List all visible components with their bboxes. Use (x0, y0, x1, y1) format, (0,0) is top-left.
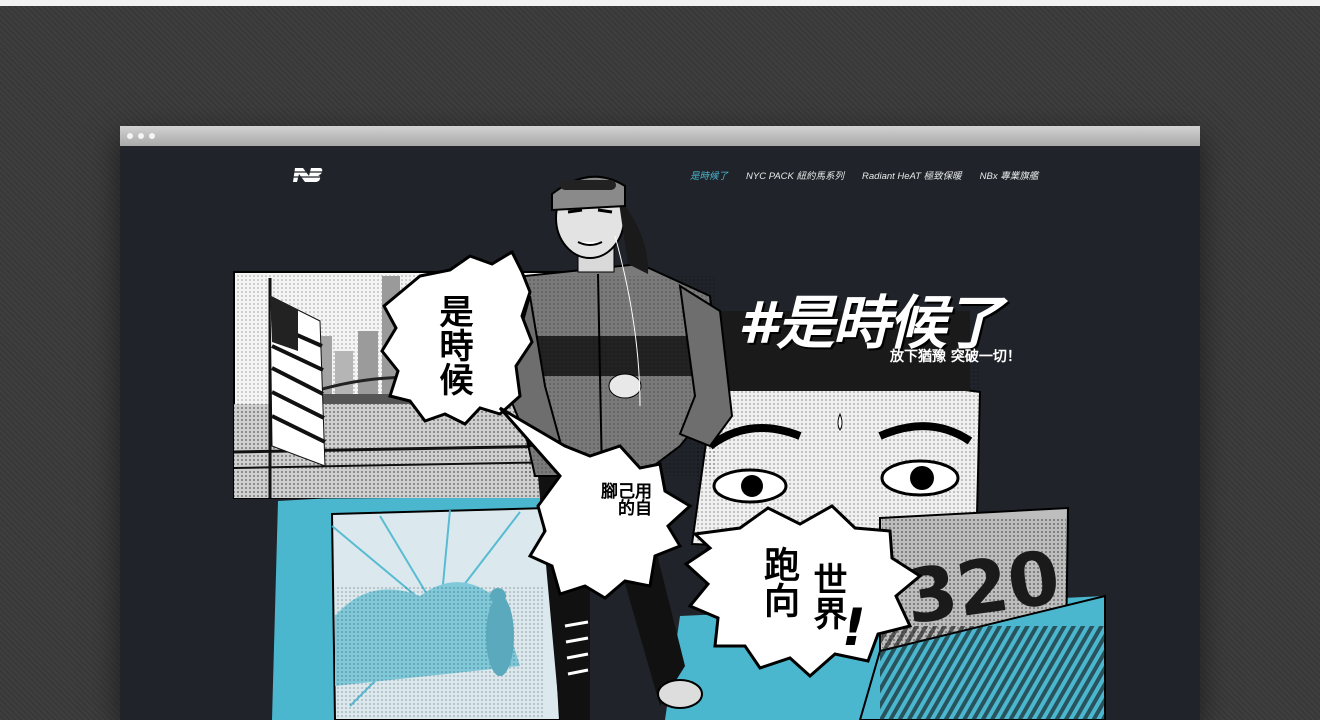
panel-running-splash (330, 506, 562, 720)
browser-title-bar (120, 126, 1200, 146)
main-navigation: 是時候了 NYC PACK 紐約馬系列 Radiant HeAT 極致保暖 NB… (690, 168, 1038, 182)
window-dot-icon[interactable] (149, 133, 155, 139)
nav-item-time-is-now[interactable]: 是時候了 (690, 168, 728, 182)
nav-item-nyc-pack[interactable]: NYC PACK 紐約馬系列 (746, 168, 844, 182)
hero-subheadline: 放下猶豫 突破一切！ (890, 349, 1021, 365)
nav-item-nbx[interactable]: NBx 專業旗艦 (980, 168, 1039, 182)
top-strip (0, 0, 1320, 6)
comic-artwork: 320 (233, 175, 1106, 720)
bubble-exclamation: ! (842, 598, 866, 658)
nav-item-radiant-heat[interactable]: Radiant HeAT 極致保暖 (862, 168, 962, 182)
bubble-text-first: 是時候 (433, 294, 473, 396)
window-dot-icon[interactable] (127, 133, 133, 139)
bubble-text-second: 用自己的腳 (597, 482, 651, 516)
window-dot-icon[interactable] (138, 133, 144, 139)
bubble-text-third-a: 跑向 (758, 546, 799, 618)
new-balance-logo-icon[interactable] (291, 166, 323, 184)
web-page: 320 是時候了 NYC PACK 紐約馬系列 Radiant HeAT 極致保… (120, 146, 1200, 720)
bubble-text-third-b: 世界 (807, 562, 847, 630)
browser-window: 320 是時候了 NYC PACK 紐約馬系列 Radiant HeAT 極致保… (120, 126, 1200, 720)
